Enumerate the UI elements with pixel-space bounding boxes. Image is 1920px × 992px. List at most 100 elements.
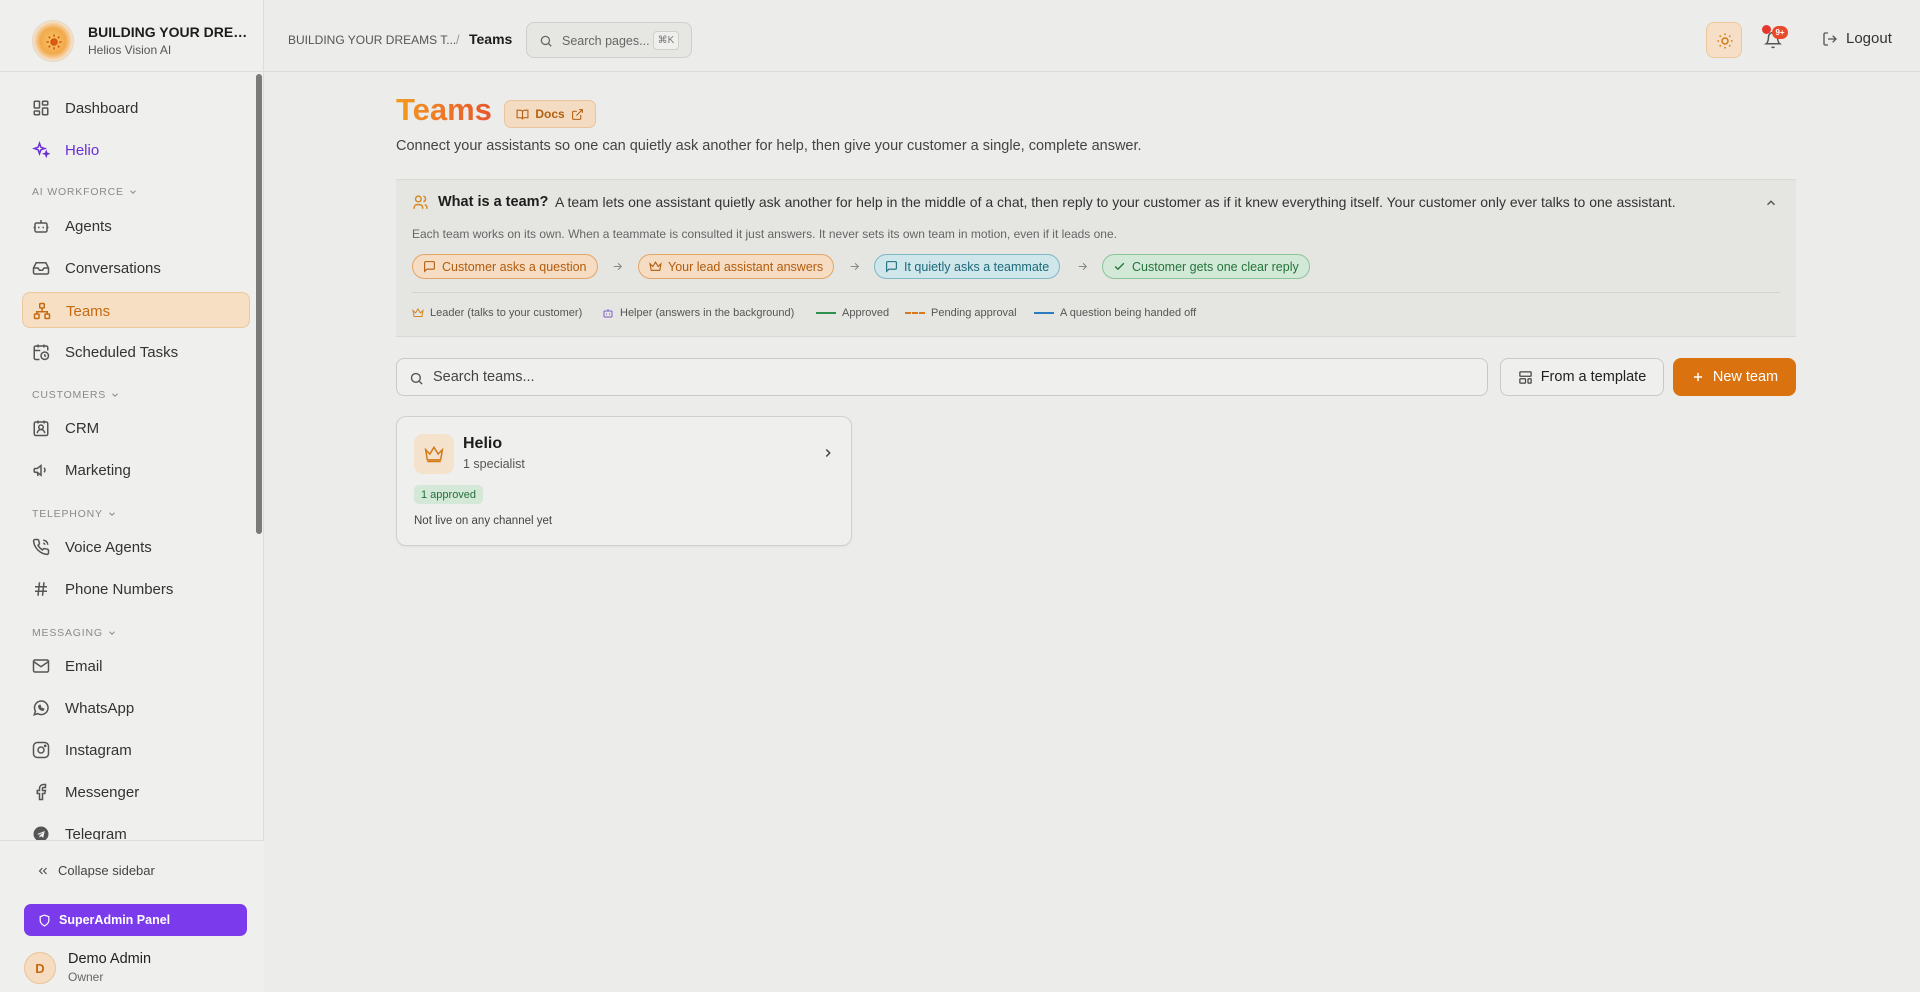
chevron-down-icon: [108, 512, 115, 516]
docs-button[interactable]: Docs: [504, 100, 596, 128]
sidebar-item-email[interactable]: Email: [22, 648, 250, 684]
what-is-team-panel: What is a team? A team lets one assistan…: [396, 179, 1796, 337]
sidebar-item-scheduled-tasks[interactable]: Scheduled Tasks: [22, 334, 250, 370]
collapse-label: Collapse sidebar: [58, 863, 155, 878]
top-header: BUILDING YOUR DREAMS T... / Teams Search…: [264, 0, 1920, 72]
flow-step-label: Your lead assistant answers: [668, 259, 824, 274]
page-title: Teams: [396, 92, 492, 127]
flow-step-asks-teammate: It quietly asks a teammate: [874, 254, 1061, 279]
sidebar-item-teams[interactable]: Teams: [22, 292, 250, 328]
sidebar-item-label: CRM: [65, 420, 100, 437]
sidebar-item-phone-numbers[interactable]: Phone Numbers: [22, 571, 250, 607]
brand-title: BUILDING YOUR DREAMS TOGETHER: [88, 24, 248, 40]
users-icon: [413, 195, 428, 209]
brand-header[interactable]: BUILDING YOUR DREAMS TOGETHER Helios Vis…: [0, 0, 264, 72]
section-label: AI WORKFORCE: [32, 186, 124, 198]
chevron-down-icon: [129, 190, 136, 194]
approved-line-swatch: [816, 312, 836, 314]
sidebar-item-label: Scheduled Tasks: [65, 344, 179, 361]
legend-divider: [412, 292, 1780, 293]
sidebar-item-dashboard[interactable]: Dashboard: [22, 90, 250, 126]
dashboard-icon: [33, 100, 49, 116]
section-telephony[interactable]: TELEPHONY: [32, 508, 117, 520]
sidebar-item-messenger[interactable]: Messenger: [22, 774, 250, 810]
sidebar-item-marketing[interactable]: Marketing: [22, 452, 250, 488]
page-search-button[interactable]: Search pages... ⌘K: [526, 22, 692, 58]
sparkle-icon: [32, 141, 50, 159]
page-search-placeholder: Search pages...: [562, 34, 650, 48]
legend-helper: Helper (answers in the background): [602, 307, 794, 319]
mail-icon: [32, 659, 50, 673]
flow-step-label: Customer asks a question: [442, 259, 587, 274]
new-team-button[interactable]: New team: [1673, 358, 1796, 396]
sidebar-item-crm[interactable]: CRM: [22, 410, 250, 446]
book-icon: [516, 109, 529, 119]
facebook-icon: [36, 783, 47, 801]
avatar[interactable]: D: [24, 952, 56, 984]
user-name: Demo Admin: [68, 951, 152, 967]
superadmin-panel-button[interactable]: SuperAdmin Panel: [24, 904, 247, 936]
page-description: Connect your assistants so one can quiet…: [396, 138, 1142, 154]
theme-toggle-button[interactable]: [1706, 22, 1742, 58]
legend-pending: Pending approval: [905, 307, 1017, 319]
shortcut-hint: ⌘K: [653, 31, 679, 50]
message-square-icon: [886, 261, 897, 273]
shield-icon: [39, 913, 50, 927]
chevron-up-icon[interactable]: [1764, 196, 1778, 210]
arrow-right-icon: [613, 262, 623, 271]
section-messaging[interactable]: MESSAGING: [32, 627, 117, 639]
section-customers[interactable]: CUSTOMERS: [32, 389, 120, 401]
sidebar-item-conversations[interactable]: Conversations: [22, 250, 250, 286]
calendar-clock-icon: [33, 344, 50, 361]
legend-label: A question being handed off: [1060, 307, 1197, 319]
sidebar-item-voice-agents[interactable]: Voice Agents: [22, 529, 250, 565]
arrow-right-icon: [850, 262, 860, 271]
from-template-label: From a template: [1540, 369, 1647, 385]
info-question: What is a team?: [438, 194, 549, 210]
notification-dot: [1762, 25, 1771, 34]
sidebar-scrollbar[interactable]: [256, 74, 262, 534]
section-ai-workforce[interactable]: AI WORKFORCE: [32, 186, 138, 198]
sidebar-item-helio[interactable]: Helio: [22, 132, 250, 168]
sidebar-item-label: Dashboard: [65, 100, 139, 117]
plus-icon: [1693, 372, 1702, 382]
sidebar-item-label: Email: [65, 658, 103, 675]
layout-template-icon: [1518, 370, 1532, 384]
section-label: MESSAGING: [32, 627, 103, 639]
team-avatar: [414, 434, 454, 474]
section-label: TELEPHONY: [32, 508, 103, 520]
notification-count-badge: 9+: [1772, 26, 1788, 39]
inbox-icon: [32, 262, 50, 275]
status-badge: 1 approved: [414, 485, 484, 504]
sidebar-item-label: Messenger: [65, 784, 140, 801]
check-icon: [1114, 262, 1125, 271]
sidebar-item-label: Phone Numbers: [65, 581, 174, 598]
logout-button[interactable]: Logout: [1822, 30, 1892, 47]
sidebar-item-label: Instagram: [65, 742, 132, 759]
sidebar-item-label: Voice Agents: [65, 539, 152, 556]
collapse-sidebar-button[interactable]: Collapse sidebar: [36, 863, 155, 878]
sidebar-item-telegram[interactable]: Telegram: [22, 816, 250, 840]
sidebar-item-agents[interactable]: Agents: [22, 208, 250, 244]
chevron-down-icon: [108, 631, 115, 635]
sidebar-item-instagram[interactable]: Instagram: [22, 732, 250, 768]
legend-label: Approved: [842, 307, 890, 319]
sun-logo-icon: [46, 34, 62, 50]
team-search-input[interactable]: [433, 367, 1473, 387]
legend-approved: Approved: [816, 307, 889, 319]
breadcrumb-current: Teams: [469, 31, 513, 47]
pending-line-swatch: [905, 312, 925, 314]
notifications-button[interactable]: 9+: [1762, 25, 1788, 51]
sidebar-item-label: Agents: [65, 218, 112, 235]
from-template-button[interactable]: From a template: [1500, 358, 1664, 396]
legend-label: Pending approval: [931, 307, 1017, 319]
sidebar-item-label: Telegram: [65, 826, 127, 840]
sidebar-item-whatsapp[interactable]: WhatsApp: [22, 690, 250, 726]
contact-icon: [33, 420, 49, 437]
breadcrumb-parent[interactable]: BUILDING YOUR DREAMS T...: [288, 33, 456, 47]
legend-leader: Leader (talks to your customer): [412, 307, 582, 319]
sidebar-item-label: Helio: [65, 142, 100, 159]
sidebar-nav: Dashboard Helio AI WORKFORCE Agents Conv…: [0, 72, 264, 840]
team-card[interactable]: Helio 1 specialist 1 approved Not live o…: [396, 416, 852, 546]
bot-icon: [603, 309, 613, 318]
